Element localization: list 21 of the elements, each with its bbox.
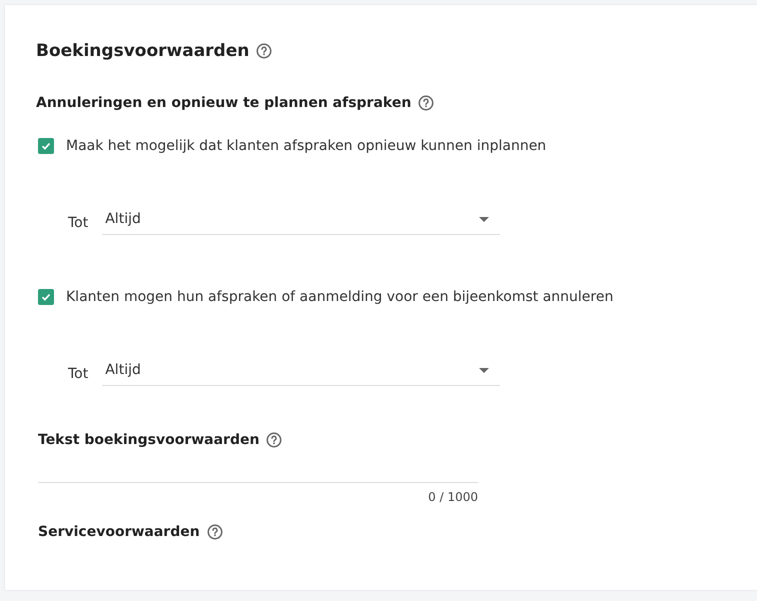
checkbox-label: Maak het mogelijk dat klanten afspraken opnieuw kunnen inplannen — [66, 138, 546, 154]
check-icon — [40, 140, 52, 152]
checkbox[interactable] — [38, 289, 54, 305]
dropdown-field[interactable]: Altijd — [102, 362, 500, 386]
help-icon[interactable] — [266, 432, 282, 448]
check-icon — [40, 291, 52, 303]
character-counter: 0 / 1000 — [427, 490, 478, 504]
section-title: Boekingsvoorwaarden — [36, 41, 250, 61]
subsection-title: Annuleringen en opnieuw te plannen afspraken — [36, 95, 412, 111]
field-title: Servicevoorwaarden — [38, 524, 200, 540]
help-icon[interactable] — [256, 43, 272, 59]
select-label: Tot — [68, 366, 88, 382]
caret-icon — [479, 216, 490, 222]
dropdown-field[interactable]: Altijd — [102, 211, 500, 235]
caret-icon — [479, 368, 490, 372]
field-title: Tekst boekingsvoorwaarden — [38, 432, 260, 448]
help-icon[interactable] — [418, 95, 434, 111]
help-icon[interactable] — [206, 524, 223, 540]
checkbox[interactable] — [38, 138, 54, 154]
checkbox-label: Klanten mogen hun afspraken of aanmelding voor een bijeenkomst annuleren — [66, 289, 614, 305]
select-label: Tot — [68, 215, 88, 231]
